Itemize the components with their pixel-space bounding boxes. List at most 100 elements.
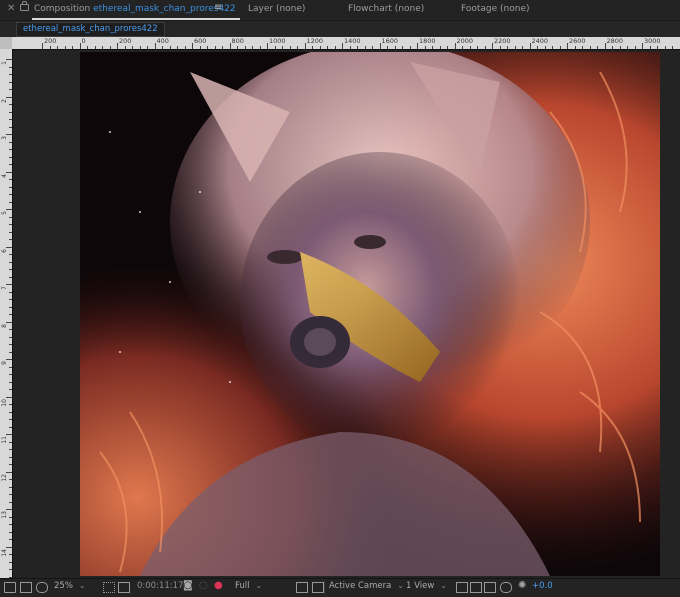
ruler-label: 200: [44, 37, 56, 45]
ruler-label: 1000: [269, 37, 286, 45]
flowchart-icon[interactable]: [500, 582, 512, 593]
ruler-minor-tick: [447, 46, 448, 49]
ruler-minor-tick: [9, 202, 12, 203]
exposure-reset-icon[interactable]: ✺: [518, 580, 526, 591]
ruler-tick: [117, 43, 118, 49]
ruler-minor-tick: [650, 46, 651, 49]
ruler-minor-tick: [9, 89, 12, 90]
ruler-minor-tick: [9, 404, 12, 405]
ruler-label: 7: [1, 286, 8, 290]
ruler-label: 600: [194, 37, 206, 45]
fast-previews-icon[interactable]: [470, 582, 482, 593]
panel-menu-icon[interactable]: ≡: [214, 2, 222, 13]
ruler-minor-tick: [290, 46, 291, 49]
toggle-pixel-aspect-icon[interactable]: [456, 582, 468, 593]
ruler-label: 2000: [457, 37, 474, 45]
ruler-minor-tick: [9, 374, 12, 375]
mask-visibility-icon[interactable]: [36, 582, 48, 593]
transparency-grid-icon[interactable]: [312, 582, 324, 593]
ruler-minor-tick: [132, 46, 133, 49]
ruler-tick: [492, 43, 493, 49]
ruler-tick: [6, 472, 12, 473]
ruler-label: 12: [1, 474, 8, 482]
ruler-minor-tick: [335, 46, 336, 49]
ruler-label: 1200: [307, 37, 324, 45]
magnification-dropdown[interactable]: 25%: [54, 581, 86, 591]
ruler-tick: [380, 43, 381, 49]
view-layout-dropdown[interactable]: 1 View: [406, 581, 447, 591]
show-snapshot-icon[interactable]: ◌: [199, 580, 208, 591]
ruler-minor-tick: [402, 46, 403, 49]
ruler-label: 2200: [494, 37, 511, 45]
ruler-minor-tick: [477, 46, 478, 49]
ruler-top[interactable]: 2000200400600800100012001400160018002000…: [12, 37, 680, 50]
ruler-minor-tick: [65, 46, 66, 49]
region-icon[interactable]: [296, 582, 308, 593]
ruler-minor-tick: [9, 262, 12, 263]
composition-panel-title[interactable]: Composition ethereal_mask_chan_prores422: [34, 4, 236, 14]
ruler-tick: [6, 397, 12, 398]
ruler-minor-tick: [627, 46, 628, 49]
ruler-minor-tick: [665, 46, 666, 49]
ruler-minor-tick: [9, 194, 12, 195]
camera-icon[interactable]: ◙: [183, 580, 193, 591]
active-panel-underline: [32, 18, 240, 20]
ruler-minor-tick: [9, 307, 12, 308]
flowchart-panel-tab[interactable]: Flowchart (none): [348, 4, 424, 14]
region-of-interest-icon[interactable]: [118, 582, 130, 593]
ruler-minor-tick: [9, 427, 12, 428]
ruler-minor-tick: [9, 554, 12, 555]
ruler-label: 400: [157, 37, 169, 45]
monitor-icon[interactable]: [20, 582, 32, 593]
layer-panel-tab[interactable]: Layer (none): [248, 4, 305, 14]
ruler-minor-tick: [110, 46, 111, 49]
ruler-minor-tick: [9, 562, 12, 563]
ruler-minor-tick: [102, 46, 103, 49]
ruler-minor-tick: [9, 389, 12, 390]
ruler-minor-tick: [320, 46, 321, 49]
ruler-label: 9: [1, 361, 8, 365]
ruler-minor-tick: [297, 46, 298, 49]
ruler-tick: [6, 322, 12, 323]
ruler-minor-tick: [620, 46, 621, 49]
ruler-label: 6: [1, 249, 8, 253]
camera-view-dropdown[interactable]: Active Camera: [329, 581, 404, 591]
lock-icon[interactable]: [20, 4, 29, 11]
footage-panel-tab[interactable]: Footage (none): [461, 4, 530, 14]
always-preview-icon[interactable]: [4, 582, 16, 593]
ruler-minor-tick: [9, 464, 12, 465]
ruler-minor-tick: [387, 46, 388, 49]
timeline-icon[interactable]: [484, 582, 496, 593]
ruler-tick: [6, 172, 12, 173]
ruler-minor-tick: [9, 329, 12, 330]
ruler-label: 1400: [344, 37, 361, 45]
ruler-label: 2: [1, 99, 8, 103]
ruler-minor-tick: [9, 127, 12, 128]
resolution-dropdown[interactable]: Full: [235, 581, 262, 591]
close-icon[interactable]: ✕: [7, 3, 15, 14]
ruler-minor-tick: [9, 292, 12, 293]
current-time[interactable]: 0:00:11:17: [137, 581, 183, 591]
ruler-minor-tick: [635, 46, 636, 49]
ruler-left[interactable]: 1234567891011121314: [0, 49, 13, 579]
ruler-minor-tick: [365, 46, 366, 49]
ruler-tick: [42, 43, 43, 49]
grid-icon[interactable]: [103, 582, 115, 593]
ruler-minor-tick: [185, 46, 186, 49]
ruler-minor-tick: [252, 46, 253, 49]
ruler-minor-tick: [350, 46, 351, 49]
ruler-minor-tick: [612, 46, 613, 49]
composition-frame-image[interactable]: [80, 52, 660, 576]
ruler-minor-tick: [9, 67, 12, 68]
ruler-minor-tick: [9, 142, 12, 143]
ruler-minor-tick: [282, 46, 283, 49]
exposure-value[interactable]: +0.0: [532, 581, 553, 591]
ruler-tick: [305, 43, 306, 49]
ruler-minor-tick: [9, 367, 12, 368]
frame-artwork: [80, 52, 660, 576]
color-channel-icon[interactable]: ●: [214, 580, 223, 591]
composition-tab[interactable]: ethereal_mask_chan_prores422: [16, 22, 165, 37]
ruler-minor-tick: [140, 46, 141, 49]
ruler-label: 2800: [607, 37, 624, 45]
ruler-tick: [417, 43, 418, 49]
